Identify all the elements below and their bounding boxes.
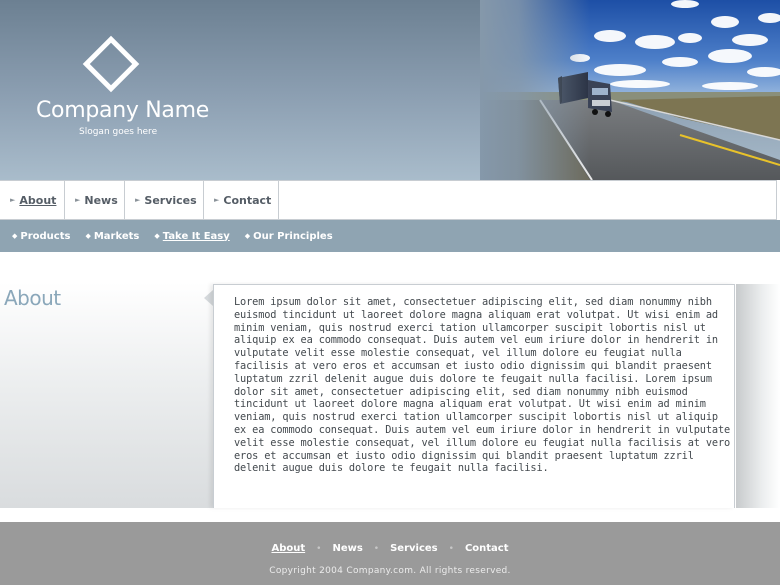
sub-navigation: ◆ Products ◆ Markets ◆ Take It Easy ◆ Ou… [0,220,780,252]
nav-item-about[interactable]: ► About [0,181,65,219]
right-shadow [736,284,780,508]
page-title: About [4,286,61,310]
nav-item-contact[interactable]: ► Contact [204,181,279,219]
chevron-right-icon: ► [214,196,220,204]
slogan: Slogan goes here [79,127,158,137]
footer-link-about[interactable]: About [271,543,305,554]
subnav-item-products[interactable]: ◆ Products [12,231,70,242]
subnav-label: Take It Easy [162,230,230,242]
subnav-label: Our Principles [253,230,333,242]
copyright-text: Copyright 2004 Company.com. All rights r… [269,566,511,576]
diamond-bullet-icon: ◆ [12,232,18,240]
footer-navigation: About • News • Services • Contact [0,543,780,554]
footer-link-contact[interactable]: Contact [465,543,509,554]
footer-separator: • [316,543,322,554]
diamond-bullet-icon: ◆ [85,232,91,240]
site-header: Company Name Slogan goes here [0,0,780,180]
subnav-label: Products [20,230,71,242]
nav-label: News [84,193,118,207]
subnav-item-take-it-easy[interactable]: ◆ Take It Easy [154,231,229,242]
footer-link-services[interactable]: Services [390,543,438,554]
pointer-arrow-icon [204,290,213,306]
left-panel [0,282,213,508]
body-text: Lorem ipsum dolor sit amet, consectetuer… [234,296,731,475]
company-name: Company Name [36,98,209,123]
content-area: About Lorem ipsum dolor sit amet, consec… [0,252,780,510]
diamond-logo-icon [82,35,140,93]
nav-item-services[interactable]: ► Services [125,181,204,219]
diamond-bullet-icon: ◆ [244,232,251,240]
subnav-item-our-principles[interactable]: ◆ Our Principles [245,231,333,242]
diamond-bullet-icon: ◆ [154,232,160,240]
footer-link-news[interactable]: News [332,543,362,554]
chevron-right-icon: ► [10,196,16,204]
footer-separator: • [373,543,380,554]
chevron-right-icon: ► [75,196,81,204]
nav-label: About [19,193,57,207]
main-navigation: ► About ► News ► Services ► Contact [0,180,777,220]
content-text-box: Lorem ipsum dolor sit amet, consectetuer… [213,284,735,508]
footer-separator: • [448,543,454,554]
subnav-item-markets[interactable]: ◆ Markets [85,231,139,242]
site-footer: About • News • Services • Contact Copyri… [0,522,780,585]
nav-label: Services [144,193,197,207]
subnav-label: Markets [93,230,140,242]
nav-label: Contact [223,193,272,207]
header-truck-photo [480,0,780,180]
chevron-right-icon: ► [135,196,141,204]
nav-item-news[interactable]: ► News [65,181,125,219]
